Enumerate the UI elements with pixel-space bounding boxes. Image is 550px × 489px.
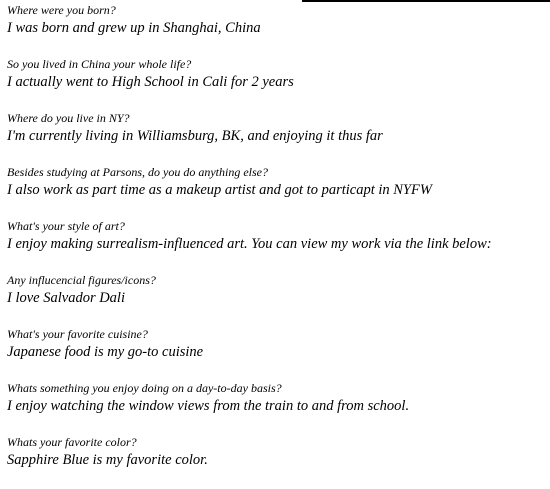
answer-text: I enjoy watching the window views from t…: [7, 398, 410, 414]
answer-text: Sapphire Blue is my favorite color.: [7, 452, 208, 468]
interview-qa-list: Where were you born? I was born and grew…: [7, 3, 550, 489]
qa-item: What's your favorite cuisine? Japanese f…: [7, 327, 550, 381]
answer-text: I was born and grew up in Shanghai, Chin…: [7, 20, 261, 36]
question-text: Besides studying at Parsons, do you do a…: [7, 165, 268, 179]
question-text: Whats your favorite color?: [7, 435, 137, 449]
answer-text: I love Salvador Dali: [7, 290, 125, 306]
qa-item: Whats something you enjoy doing on a day…: [7, 381, 550, 435]
question-text: So you lived in China your whole life?: [7, 57, 192, 71]
question-text: Any influcencial figures/icons?: [7, 273, 156, 287]
qa-item: Where do you live in NY? I'm currently l…: [7, 111, 550, 165]
qa-item: Whats your favorite color? Sapphire Blue…: [7, 435, 550, 489]
qa-item: Besides studying at Parsons, do you do a…: [7, 165, 550, 219]
qa-item: Where were you born? I was born and grew…: [7, 3, 550, 57]
qa-item: What's your style of art? I enjoy making…: [7, 219, 550, 273]
answer-text: Japanese food is my go-to cuisine: [7, 344, 204, 360]
answer-text: I actually went to High School in Cali f…: [7, 74, 294, 90]
top-divider: [302, 0, 550, 2]
question-text: Where were you born?: [7, 3, 116, 17]
answer-text: I enjoy making surrealism-influenced art…: [7, 236, 492, 252]
question-text: Where do you live in NY?: [7, 111, 130, 125]
answer-text: I also work as part time as a makeup art…: [7, 182, 432, 198]
qa-item: So you lived in China your whole life? I…: [7, 57, 550, 111]
question-text: What's your style of art?: [7, 219, 125, 233]
qa-item: Any influcencial figures/icons? I love S…: [7, 273, 550, 327]
question-text: What's your favorite cuisine?: [7, 327, 148, 341]
question-text: Whats something you enjoy doing on a day…: [7, 381, 282, 395]
answer-text: I'm currently living in Williamsburg, BK…: [7, 128, 383, 144]
